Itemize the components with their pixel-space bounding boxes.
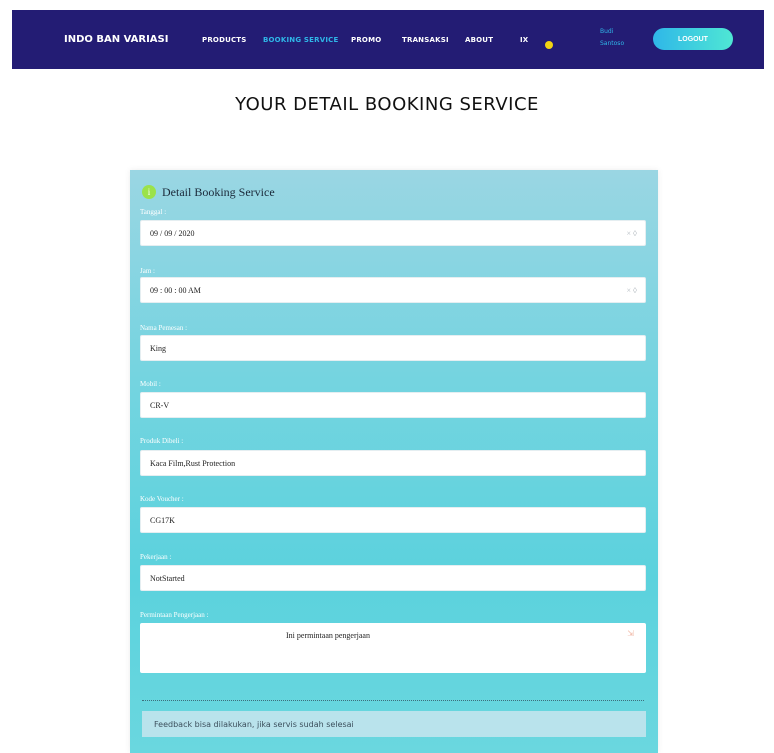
page-title: YOUR DETAIL BOOKING SERVICE (235, 94, 539, 115)
logout-button[interactable]: LOGOUT (653, 28, 733, 50)
voucher-field[interactable]: CG17K (140, 507, 646, 533)
label-nama-pemesan: Nama Pemesan : (140, 324, 188, 332)
label-permintaan-pengerjaan: Permintaan Pengerjaan : (140, 611, 209, 619)
date-value: 09 / 09 / 2020 (150, 228, 195, 238)
nav-link-transaksi[interactable]: TRANSAKSI (402, 36, 449, 44)
time-spinner-icon[interactable]: × ◊ (627, 286, 637, 295)
products-field[interactable]: Kaca Film,Rust Protection (140, 450, 646, 476)
card-heading: i Detail Booking Service (142, 182, 275, 202)
time-value: 09 : 00 : 00 AM (150, 285, 201, 295)
brand-logo-text[interactable]: INDO BAN VARIASI (64, 34, 168, 45)
user-last-name: Santoso (600, 40, 625, 47)
nav-language-label[interactable]: IX (520, 36, 528, 44)
resize-handle-icon[interactable]: ⇲ (627, 629, 634, 638)
car-field[interactable]: CR-V (140, 392, 646, 418)
feedback-notice: Feedback bisa dilakukan, jika servis sud… (142, 711, 646, 737)
nav-link-promo[interactable]: PROMO (351, 36, 381, 44)
nav-link-booking-service[interactable]: BOOKING SERVICE (263, 36, 338, 44)
user-name-stack[interactable]: Budi Santoso (600, 26, 624, 50)
feedback-text: Feedback bisa dilakukan, jika servis sud… (154, 719, 354, 729)
car-value: CR-V (150, 400, 170, 410)
work-request-textarea[interactable]: Ini permintaan pengerjaan ⇲ (140, 623, 646, 673)
date-spinner-icon[interactable]: × ◊ (627, 229, 637, 238)
label-pekerjaan: Pekerjaan : (140, 553, 172, 561)
label-tanggal: Tanggal : (140, 208, 167, 216)
label-jam: Jam : (140, 267, 155, 275)
nav-link-about[interactable]: ABOUT (465, 36, 493, 44)
label-kode-voucher: Kode Voucher : (140, 495, 184, 503)
job-status-value: NotStarted (150, 573, 185, 583)
nav-link-products[interactable]: PRODUCTS (202, 36, 247, 44)
user-first-name: Budi (600, 28, 614, 35)
date-input[interactable]: 09 / 09 / 2020 × ◊ (140, 220, 646, 246)
products-value: Kaca Film,Rust Protection (150, 458, 236, 468)
card-heading-text: Detail Booking Service (162, 184, 275, 199)
sun-icon[interactable] (544, 35, 554, 54)
label-produk-dibeli: Produk Dibeli : (140, 437, 184, 445)
customer-name-field[interactable]: King (140, 335, 646, 361)
time-input[interactable]: 09 : 00 : 00 AM × ◊ (140, 277, 646, 303)
info-icon: i (142, 185, 156, 199)
label-mobil: Mobil : (140, 380, 161, 388)
voucher-value: CG17K (150, 515, 175, 525)
top-navbar: INDO BAN VARIASI PRODUCTS BOOKING SERVIC… (12, 10, 764, 69)
work-request-value: Ini permintaan pengerjaan (286, 631, 370, 640)
booking-detail-card: i Detail Booking Service Tanggal : 09 / … (130, 170, 658, 753)
divider (142, 700, 644, 701)
customer-name-value: King (150, 343, 166, 353)
job-status-field[interactable]: NotStarted (140, 565, 646, 591)
